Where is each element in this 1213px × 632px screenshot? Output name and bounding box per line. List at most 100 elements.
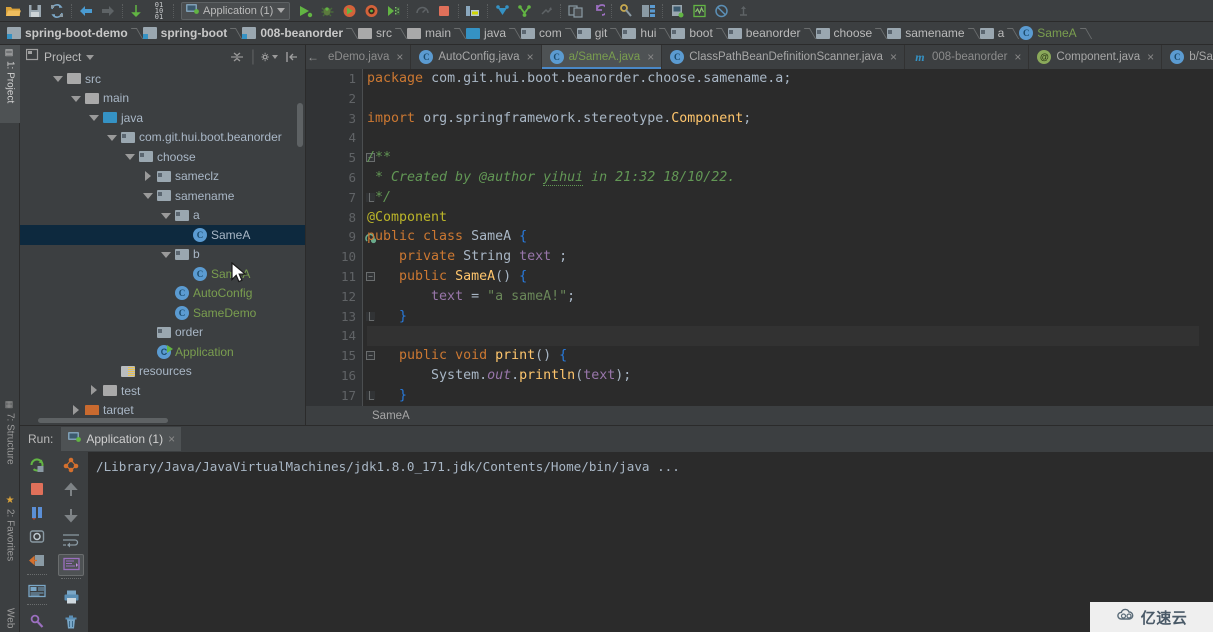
restore-layout-icon[interactable] [24, 550, 50, 572]
stop-icon[interactable] [24, 478, 50, 500]
vcs-update-icon[interactable] [491, 1, 513, 21]
close-icon[interactable]: × [527, 50, 534, 64]
project-tree-horizontal-scrollbar[interactable] [20, 415, 305, 425]
close-icon[interactable]: × [1014, 50, 1021, 64]
gutter-line-number[interactable]: 10 [306, 247, 362, 267]
breadcrumb-item-008-beanorder[interactable]: 008-beanorder [239, 22, 348, 44]
update-app-icon[interactable] [462, 1, 484, 21]
profile-icon[interactable] [360, 1, 382, 21]
gutter-line-number[interactable]: 4 [306, 128, 362, 148]
gutter-line-number[interactable]: 9 [306, 227, 377, 247]
save-icon[interactable] [24, 1, 46, 21]
debug-icon[interactable] [316, 1, 338, 21]
tool-window-tab-structure[interactable]: ▦ 7: Structure [0, 397, 20, 483]
gutter-line-number[interactable]: 14 [306, 326, 362, 346]
chevron-down-icon[interactable] [106, 132, 117, 143]
breadcrumb-item-src[interactable]: src [355, 22, 397, 44]
breadcrumb-item-java[interactable]: java [463, 22, 511, 44]
vcs-diff-icon[interactable] [564, 1, 586, 21]
code-editor[interactable]: 12345−67891011−12131415−16171819 package… [306, 69, 1213, 406]
editor-tab-a-samea-java[interactable]: Ca/SameA.java × [541, 45, 663, 69]
breadcrumb-item-main[interactable]: main [404, 22, 456, 44]
vcs-revert-icon[interactable] [586, 1, 608, 21]
breadcrumb-item-spring-boot[interactable]: spring-boot [140, 22, 233, 44]
tree-row[interactable]: java [20, 108, 305, 128]
editor-tab-classpathbeandefinitionscanner-java[interactable]: C ClassPathBeanDefinitionScanner.java × [662, 45, 905, 69]
sdk-icon[interactable] [666, 1, 688, 21]
soft-wrap-icon[interactable] [58, 529, 84, 552]
breadcrumb-item-samea[interactable]: C SameA [1016, 22, 1081, 44]
tree-row[interactable]: b [20, 245, 305, 265]
tree-row[interactable]: C Application [20, 342, 305, 362]
tree-row[interactable]: choose [20, 147, 305, 167]
inspections-icon[interactable] [688, 1, 710, 21]
trash-icon[interactable] [58, 610, 84, 632]
chevron-down-icon[interactable] [277, 8, 286, 13]
search-everywhere-icon[interactable] [732, 1, 754, 21]
gutter-line-number[interactable]: 8 [306, 208, 362, 228]
chevron-down-icon[interactable] [160, 210, 171, 221]
close-icon[interactable]: × [168, 432, 175, 446]
chevron-down-icon[interactable] [52, 73, 63, 84]
breadcrumb-item-com[interactable]: com [518, 22, 567, 44]
chevron-down-icon[interactable] [160, 249, 171, 260]
run-with-coverage-icon[interactable] [338, 1, 360, 21]
tree-row[interactable]: target [20, 401, 305, 415]
settings-icon[interactable] [615, 1, 637, 21]
editor-tab-edemo-java[interactable]: eDemo.java × [320, 45, 412, 69]
gutter-line-number[interactable]: 7 [306, 188, 375, 208]
gutter-line-number[interactable]: 12 [306, 287, 362, 307]
breadcrumb-item-a[interactable]: a [977, 22, 1010, 44]
tree-row[interactable]: C AutoConfig [20, 284, 305, 304]
breadcrumb-item-boot[interactable]: boot [668, 22, 717, 44]
gutter-line-number[interactable]: 13 [306, 307, 375, 327]
chevron-down-icon[interactable] [272, 55, 278, 59]
vcs-push-icon[interactable] [535, 1, 557, 21]
editor-tab-b-samea-java[interactable]: Cb/SameA.java× [1162, 45, 1213, 69]
chevron-down-icon[interactable] [88, 112, 99, 123]
chevron-right-icon[interactable] [142, 170, 153, 182]
back-arrow-icon[interactable] [75, 1, 97, 21]
compile-icon[interactable] [126, 1, 148, 21]
pause-icon[interactable] [24, 502, 50, 524]
tree-row[interactable]: sameclz [20, 167, 305, 187]
no-entry-icon[interactable] [710, 1, 732, 21]
tree-row[interactable]: C SameA [20, 264, 305, 284]
gutter-line-number[interactable]: 17 [306, 386, 375, 406]
editor-tab-autoconfig-java[interactable]: C AutoConfig.java × [411, 45, 542, 69]
open-folder-icon[interactable] [2, 1, 24, 21]
down-arrow-icon[interactable] [58, 504, 84, 527]
chevron-down-icon[interactable] [142, 190, 153, 201]
binary-icon[interactable]: 01 10 01 [148, 1, 170, 21]
tree-row[interactable]: samename [20, 186, 305, 206]
close-icon[interactable]: × [647, 50, 654, 64]
forward-arrow-icon[interactable] [97, 1, 119, 21]
close-icon[interactable]: × [890, 50, 897, 64]
hide-panel-icon[interactable] [283, 48, 301, 66]
tree-row[interactable]: main [20, 89, 305, 109]
scroll-to-end-icon[interactable] [58, 553, 84, 577]
breadcrumb-item-git[interactable]: git [574, 22, 613, 44]
gutter-line-number[interactable]: 15− [306, 346, 375, 366]
dump-threads-icon[interactable] [24, 526, 50, 548]
tree-row[interactable]: C SameA [20, 225, 305, 245]
tree-row[interactable]: C SameDemo [20, 303, 305, 323]
chevron-down-icon[interactable] [70, 93, 81, 104]
gutter-line-number[interactable]: 6 [306, 168, 362, 188]
print-icon[interactable] [58, 585, 84, 608]
gutter-line-number[interactable]: 3 [306, 109, 362, 129]
run-configuration-selector[interactable]: Application (1) [181, 1, 291, 20]
gear-icon[interactable] [260, 48, 278, 66]
editor-marker-bar[interactable] [1199, 69, 1213, 406]
editor-gutter[interactable]: 12345−67891011−12131415−16171819 [306, 69, 377, 406]
tree-row[interactable]: com.git.hui.boot.beanorder [20, 128, 305, 148]
tree-row[interactable]: test [20, 381, 305, 401]
run-dirty-icon[interactable] [382, 1, 404, 21]
run-console-output[interactable]: /Library/Java/JavaVirtualMachines/jdk1.8… [88, 452, 1213, 632]
tree-row[interactable]: resources [20, 362, 305, 382]
breadcrumb-item-choose[interactable]: choose [813, 22, 878, 44]
sync-icon[interactable] [46, 1, 68, 21]
editor-breadcrumb-class[interactable]: SameA [372, 410, 410, 422]
editor-tab-component-java[interactable]: @ Component.java × [1029, 45, 1163, 69]
gutter-line-number[interactable]: 11− [306, 267, 375, 287]
